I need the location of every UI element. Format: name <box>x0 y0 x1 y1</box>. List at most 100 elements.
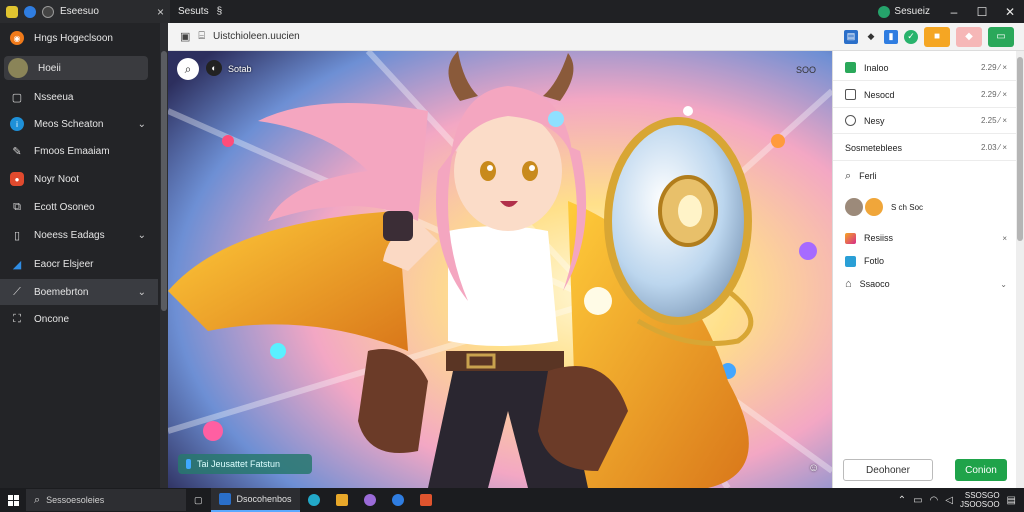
info-icon: i <box>10 117 24 131</box>
chevron-down-icon[interactable]: ⌄ <box>138 230 146 241</box>
sidebar-item-meos-scheaton[interactable]: i Meos Scheaton ⌄ <box>0 111 158 137</box>
title-center: Sesuts § <box>170 0 222 23</box>
panel-row[interactable]: ⌕ Ferli <box>833 163 1017 189</box>
sidebar: ◉ Hngs Hogeclsoon Hoeii ▢ Nsseeua i Meos… <box>0 23 168 488</box>
panel-row-label: Resiiss <box>864 233 894 243</box>
close-icon[interactable]: × <box>1002 234 1007 243</box>
sidebar-item-noyr-noot[interactable]: ● Noyr Noot <box>0 166 158 192</box>
taskbar-app-label: Dsocohenbos <box>236 494 292 504</box>
search-icon: ⌕ <box>34 493 41 506</box>
orange-action-icon[interactable]: ■ <box>924 26 950 47</box>
sidebar-item-ecott-osoneo[interactable]: ⧉ Ecott Osoneo <box>0 194 158 220</box>
app-icon <box>218 493 231 505</box>
sidebar-item-boemebrton[interactable]: ⟋ Boemebrton ⌄ <box>0 279 158 305</box>
header-tools: ▤ ◆ ▮ ✓ ■ ◆ ▭ <box>844 23 1024 51</box>
profile-item[interactable]: Hoeii <box>4 56 148 80</box>
monitor-icon[interactable]: ▭ <box>913 495 922 506</box>
app-logo-icon: ◉ <box>10 31 24 45</box>
status-badge[interactable]: Tai Jeusattet Fatstun <box>178 454 312 474</box>
account-label[interactable]: Sesueiz <box>894 6 930 17</box>
note-icon <box>845 89 856 100</box>
artwork-canvas[interactable]: ⌕ ◐ Sotab SOO Tai Jeusattet Fatstun ☺ <box>168 51 832 488</box>
taskbar-app[interactable] <box>300 488 328 512</box>
green-action-icon[interactable]: ▭ <box>988 26 1014 47</box>
panel-row-label: Nesocd <box>864 89 895 100</box>
sidebar-item-eaocr-elsjeer[interactable]: ◢ Eaocr Elsjeer <box>0 251 158 277</box>
sidebar-item-label: Boemebrton <box>34 286 89 298</box>
panel-row[interactable]: Inaloo 2.29 ⁄ × <box>833 55 1017 81</box>
green-square-icon <box>845 62 856 73</box>
panel-row[interactable]: Sosmeteblees 2.03 ⁄ × <box>833 135 1017 161</box>
maximize-icon[interactable]: ☐ <box>968 0 996 23</box>
pink-action-icon[interactable]: ◆ <box>956 26 982 47</box>
comment-icon <box>845 115 856 126</box>
chevron-down-icon[interactable]: ⌄ <box>1000 280 1007 289</box>
panel-row[interactable]: Nesocd 2.29 ⁄ × <box>833 82 1017 108</box>
taskbar-search[interactable]: ⌕ Sessoesoleies <box>26 489 186 511</box>
account-icon[interactable] <box>878 5 891 18</box>
emoji-icon[interactable]: ☺ <box>808 462 819 474</box>
sidebar-item-noeess-eadags[interactable]: ▯ Noeess Eadags ⌄ <box>0 222 158 248</box>
diamond-icon[interactable]: ◆ <box>864 30 878 44</box>
avatar <box>845 198 863 216</box>
wifi-icon[interactable]: ◠ <box>930 495 939 506</box>
cancel-button[interactable]: Deohoner <box>843 459 933 481</box>
office-icon <box>419 494 432 506</box>
search-icon: ⌕ <box>845 169 852 182</box>
brush-icon: ⟋ <box>13 285 21 298</box>
save-icon[interactable]: ▤ <box>844 29 858 44</box>
sidebar-item-oncone[interactable]: ⛶ Oncone <box>0 306 158 332</box>
chevron-up-icon[interactable]: ⌃ <box>898 495 906 506</box>
taskbar-app[interactable] <box>356 488 384 512</box>
sidebar-item-label: Meos Scheaton <box>34 118 104 130</box>
sidebar-item-label: Noyr Noot <box>34 173 80 185</box>
pen-icon: ✎ <box>12 145 22 158</box>
sidebar-item-nsseeua[interactable]: ▢ Nsseeua <box>0 84 158 110</box>
clock-date: JSOOSOO <box>959 500 1000 509</box>
sidebar-item-label: Noeess Eadags <box>34 229 105 241</box>
panel-row-label: Ssaoco <box>859 279 890 289</box>
taskbar-app[interactable] <box>412 488 440 512</box>
search-input[interactable]: Sessoesoleies <box>46 495 104 505</box>
sidebar-header[interactable]: ◉ Hngs Hogeclsoon <box>0 25 158 51</box>
sidebar-scrollbar[interactable] <box>160 23 168 488</box>
avatar <box>8 58 28 78</box>
taskbar-app[interactable] <box>384 488 412 512</box>
chevron-down-icon[interactable]: ⌄ <box>138 287 146 298</box>
active-tab[interactable]: Eseesuo × <box>0 0 170 23</box>
minimize-icon[interactable]: – <box>940 0 968 23</box>
close-window-icon[interactable]: ✕ <box>996 0 1024 23</box>
clock[interactable]: SSOSGO JSOOSOO <box>960 491 1000 509</box>
canvas-search-label[interactable]: Sotab <box>228 64 252 74</box>
window-controls: Sesueiz – ☐ ✕ <box>878 0 1024 23</box>
instagram-icon <box>845 232 856 244</box>
taskbar-app-active[interactable]: Dsocohenbos <box>210 488 300 512</box>
copy-icon: ⧉ <box>13 200 21 213</box>
file-icon: ▢ <box>11 91 23 104</box>
taskbar-app[interactable] <box>328 488 356 512</box>
notification-icon[interactable]: ▤ <box>1007 495 1016 506</box>
pin-icon: ⌂ <box>845 278 852 290</box>
app-header: ▣ ⌸ Uistchioleen.uucien ▤ ◆ ▮ ✓ ■ ◆ ▭ <box>168 23 1024 51</box>
panel-row[interactable]: Nesy 2.25 ⁄ × <box>833 108 1017 134</box>
search-icon[interactable]: ⌕ <box>177 58 199 80</box>
folder-icon: ⌸ <box>198 30 206 42</box>
chevron-down-icon[interactable]: ⌄ <box>138 119 146 130</box>
breadcrumb-path[interactable]: Uistchioleen.uucien <box>213 31 300 42</box>
canvas-top-right-text: SOO <box>796 65 817 75</box>
panel-scroll-thumb[interactable] <box>1017 57 1023 241</box>
start-button[interactable] <box>0 488 26 512</box>
sidebar-item-fmoos-emaaiam[interactable]: ✎ Fmoos Emaaiam <box>0 138 158 164</box>
tab-close-icon[interactable]: × <box>157 5 164 19</box>
confirm-button[interactable]: Conion <box>955 459 1007 481</box>
task-view-button[interactable]: ▢ <box>186 488 211 512</box>
extension-icon[interactable]: ✓ <box>904 29 918 44</box>
volume-icon[interactable]: ◁ <box>945 495 953 506</box>
task-view-icon: ▢ <box>194 494 203 505</box>
sidebar-scroll-thumb[interactable] <box>161 51 167 311</box>
bookmark-icon[interactable]: ▮ <box>884 29 898 44</box>
panel-row[interactable]: S ch Soc <box>833 193 1017 221</box>
panel-row[interactable]: ⌂ Ssaoco ⌄ <box>833 271 1017 297</box>
mic-icon[interactable]: ◐ <box>206 60 222 76</box>
panel-scrollbar[interactable] <box>1016 51 1024 488</box>
